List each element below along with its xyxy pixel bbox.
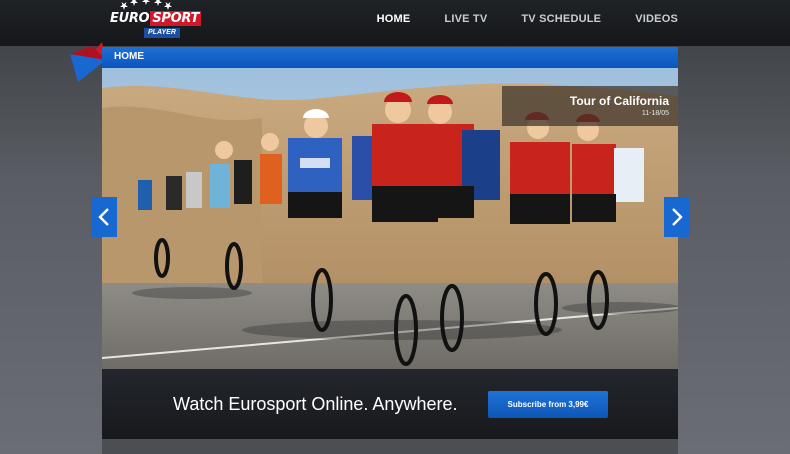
subscribe-button[interactable]: Subscribe from 3,99€ [488, 391, 608, 418]
content-footer-strip [102, 439, 678, 454]
carousel-prev-button[interactable] [91, 197, 117, 237]
nav-live-tv[interactable]: LIVE TV [444, 12, 487, 26]
logo-wordmark: EURO SPORT [110, 10, 202, 28]
promo-banner: Watch Eurosport Online. Anywhere. Subscr… [102, 369, 678, 439]
main-nav: HOME LIVE TV TV SCHEDULE VIDEOS [343, 12, 678, 26]
ribbon-flag-icon [70, 42, 106, 82]
section-title: HOME [114, 51, 144, 62]
nav-home[interactable]: HOME [377, 12, 411, 26]
section-header-bar: HOME [102, 47, 678, 67]
slide-caption: Tour of California 11-18/05 [502, 86, 678, 126]
nav-tv-schedule[interactable]: TV SCHEDULE [521, 12, 601, 26]
slide-date: 11-18/05 [641, 110, 669, 117]
promo-tagline: Watch Eurosport Online. Anywhere. [173, 394, 458, 414]
carousel-next-button[interactable] [664, 197, 690, 237]
chevron-left-icon [98, 208, 109, 226]
slide-title: Tour of California [569, 94, 669, 108]
logo-player-badge: PLAYER [144, 28, 180, 38]
eurosport-player-logo[interactable]: EURO SPORT PLAYER [108, 0, 202, 44]
logo-sport: SPORT [150, 11, 202, 26]
nav-videos[interactable]: VIDEOS [635, 12, 678, 26]
logo-euro: EURO [110, 11, 150, 26]
top-navigation-bar: EURO SPORT PLAYER HOME LIVE TV TV SCHEDUL… [0, 0, 790, 46]
chevron-right-icon [672, 208, 683, 226]
